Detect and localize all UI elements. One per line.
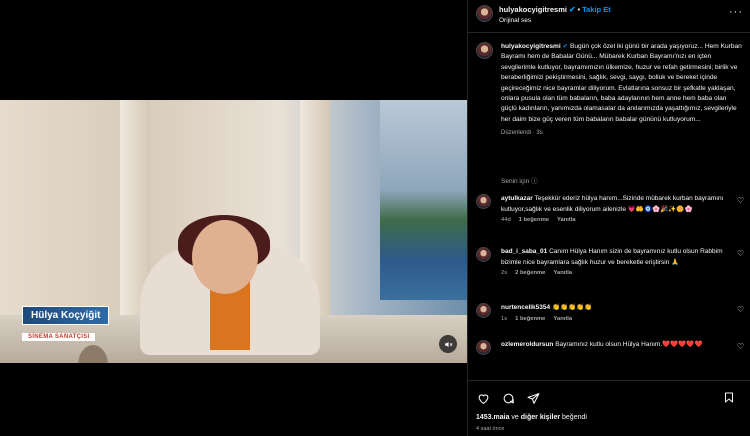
caption-body: Bugün çok özel iki günü bir arada yaşıyo… (501, 43, 742, 123)
comment-item: aytulkazar Teşekkür ederiz hülya hanım..… (476, 194, 744, 223)
comment-icon[interactable] (501, 391, 515, 405)
likes-summary[interactable]: 1453.maia ve diğer kişiler beğendi (476, 414, 587, 421)
comment-text: ozlemeroldursun Bayramınız kutlu olsun H… (501, 340, 726, 351)
for-you-label: Senin için ⓘ (501, 175, 538, 185)
avatar[interactable] (476, 340, 491, 355)
comment-likes-link[interactable]: 2 beğenme (515, 270, 545, 276)
comment-username[interactable]: bad_i_saba_01 (501, 248, 547, 255)
comment-actions: 44d 1 beğenme Yanıtla (501, 217, 744, 223)
comment-text: nurtencelik5354 👏👏👏👏👏 (501, 303, 726, 314)
reply-button[interactable]: Yanıtla (553, 316, 572, 322)
username-link[interactable]: hulyakocyigitresmi (499, 5, 567, 14)
post-header: hulyakocyigitresmi ✔ • Takip Et Orijinal se… (468, 0, 750, 33)
follow-button[interactable]: Takip Et (582, 5, 611, 14)
post-time: 4 saat önce (476, 426, 505, 432)
avatar[interactable] (476, 194, 491, 209)
avatar[interactable] (476, 247, 491, 262)
ellipsis-icon[interactable]: ··· (729, 6, 743, 18)
avatar[interactable] (476, 5, 493, 22)
comment-age: 44d (501, 217, 511, 223)
reply-button[interactable]: Yanıtla (557, 217, 576, 223)
post-side-panel: hulyakocyigitresmi ✔ • Takip Et Orijinal se… (467, 0, 750, 436)
video-role-plate: SİNEMA SANATÇISI (22, 333, 96, 341)
info-icon[interactable]: ⓘ (531, 178, 538, 185)
caption-meta: Düzenlendi · 3s (501, 130, 543, 137)
for-you-text: Senin için (501, 178, 530, 185)
post-footer: 1453.maia ve diğer kişiler beğendi 4 saa… (468, 380, 750, 436)
caption-username[interactable]: hulyakocyigitresmi (501, 43, 561, 50)
media-area: Hülya Koçyiğit SİNEMA SANATÇISI (0, 0, 467, 436)
heart-icon[interactable]: ♡ (737, 196, 744, 205)
verified-badge-icon: ✔ (568, 5, 576, 14)
comment-body: Bayramınız kutlu olsun Hülya Hanım.❤️❤️❤… (555, 341, 703, 348)
audio-link[interactable]: Orijinal ses (499, 17, 531, 24)
post-action-bar (476, 391, 540, 405)
comment-item: bad_i_saba_01 Canım Hülya Hanım sizin de… (476, 247, 744, 276)
video-player[interactable]: Hülya Koçyiğit SİNEMA SANATÇISI (0, 100, 467, 363)
comment-username[interactable]: nurtencelik5354 (501, 304, 550, 311)
comment-actions: 1s 1 beğenme Yanıtla (501, 316, 744, 322)
post-caption: hulyakocyigitresmi ✔ Bugün çok özel iki … (476, 42, 744, 136)
heart-icon[interactable]: ♡ (737, 249, 744, 258)
comment-username[interactable]: aytulkazar (501, 195, 533, 202)
comment-username[interactable]: ozlemeroldursun (501, 341, 553, 348)
avatar[interactable] (476, 42, 493, 59)
heart-icon[interactable]: ♡ (737, 342, 744, 351)
heart-icon[interactable] (476, 391, 490, 405)
likes-user[interactable]: 1453.maia (476, 414, 509, 421)
comment-likes-link[interactable]: 1 beğenme (519, 217, 549, 223)
verified-badge-icon: ✔ (562, 43, 569, 50)
bookmark-icon[interactable] (723, 391, 735, 409)
comment-text: bad_i_saba_01 Canım Hülya Hanım sizin de… (501, 247, 726, 268)
video-window-view (380, 100, 467, 300)
video-name-plate: Hülya Koçyiğit (22, 306, 110, 325)
likes-others[interactable]: diğer kişiler (521, 414, 560, 421)
comment-item: nurtencelik5354 👏👏👏👏👏 1s 1 beğenme Yanıtla… (476, 303, 744, 322)
header-user-line: hulyakocyigitresmi ✔ • Takip Et (499, 5, 611, 14)
video-person-face (192, 220, 258, 294)
mute-button[interactable] (439, 335, 457, 353)
comment-actions: 2s 2 beğenme Yanıtla (501, 270, 744, 276)
comment-age: 1s (501, 315, 508, 322)
comment-item: ozlemeroldursun Bayramınız kutlu olsun H… (476, 340, 744, 355)
avatar[interactable] (476, 303, 491, 318)
comment-body: 👏👏👏👏👏 (551, 304, 593, 311)
comment-body: Teşekkür ederiz hülya hanım...Sizinde mü… (501, 195, 724, 213)
comment-text: aytulkazar Teşekkür ederiz hülya hanım..… (501, 194, 726, 215)
comment-age: 2s (501, 270, 508, 276)
share-icon[interactable] (526, 391, 540, 405)
caption-text: hulyakocyigitresmi ✔ Bugün çok özel iki … (501, 42, 744, 125)
comment-likes-link[interactable]: 1 beğenme (515, 316, 545, 322)
likes-suffix: beğendi (560, 414, 587, 421)
speaker-muted-icon (444, 341, 453, 347)
likes-connector: ve (509, 414, 521, 421)
heart-icon[interactable]: ♡ (737, 305, 744, 314)
video-lower-third: Hülya Koçyiğit SİNEMA SANATÇISI (22, 305, 110, 343)
separator-dot: • (577, 7, 581, 14)
reply-button[interactable]: Yanıtla (553, 270, 572, 276)
